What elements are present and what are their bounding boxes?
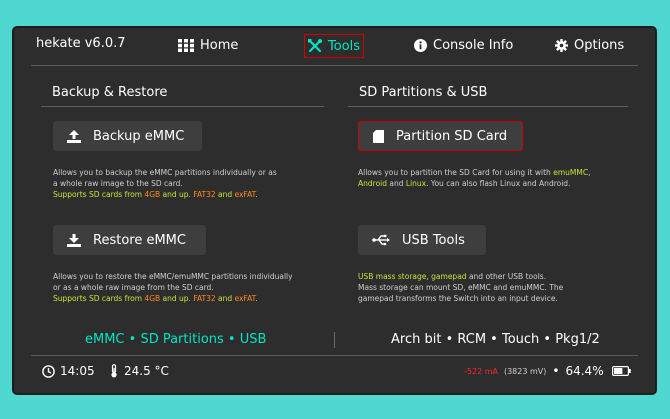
backup-description: Allows you to backup the eMMC partitions… xyxy=(53,167,277,200)
nav-home[interactable]: Home xyxy=(178,34,238,56)
footer-vertical-divider xyxy=(334,332,335,348)
android-text: Android xyxy=(358,179,387,188)
status-time: 14:05 xyxy=(42,364,95,378)
tools-icon xyxy=(308,39,322,53)
usb-mass-storage-text: USB mass storage xyxy=(358,272,427,281)
nav-home-label: Home xyxy=(200,37,239,53)
partition-description: Allows you to partition the SD Card for … xyxy=(358,167,590,189)
supports-prefix: Supports SD cards from xyxy=(53,294,145,303)
and-text: and xyxy=(215,294,235,303)
period: . xyxy=(255,294,258,303)
sd-partitions-usb-title: SD Partitions & USB xyxy=(359,85,488,100)
bottom-divider xyxy=(31,355,638,356)
fat32: FAT32 xyxy=(193,294,216,303)
sd-card-icon xyxy=(373,129,384,143)
battery-percent: 64.4% xyxy=(565,364,604,378)
nav-tools[interactable]: Tools xyxy=(304,34,365,58)
fat32: FAT32 xyxy=(193,190,216,199)
usb-desc-line-3: gamepad transforms the Switch into an in… xyxy=(358,294,558,303)
voltage-value: (3823 mV) xyxy=(503,366,547,376)
top-bar: hekate v6.0.7 Home Tools Console Info Op… xyxy=(14,28,655,64)
restore-emmc-label: Restore eMMC xyxy=(93,232,186,248)
partition-desc-line-2: Android and Linux. You can also flash Li… xyxy=(358,178,590,189)
right-footer-note: Arch bit • RCM • Touch • Pkg1/2 xyxy=(391,332,600,347)
size-4gb: 4GB xyxy=(144,294,161,303)
left-section-divider xyxy=(41,106,324,107)
partition-desc-line-1: Allows you to partition the SD Card for … xyxy=(358,167,590,178)
time-value: 14:05 xyxy=(60,364,95,378)
emummc-text: emuMMC xyxy=(553,168,589,177)
and-up: and up. xyxy=(160,294,194,303)
restore-emmc-button[interactable]: Restore eMMC xyxy=(53,225,206,255)
gear-icon xyxy=(555,38,568,52)
nav-tools-label: Tools xyxy=(328,38,361,54)
usb-tools-button[interactable]: USB Tools xyxy=(358,225,486,255)
top-divider xyxy=(31,65,638,66)
hekate-screen: hekate v6.0.7 Home Tools Console Info Op… xyxy=(14,28,655,393)
nav-options-label: Options xyxy=(574,37,625,53)
comma: , xyxy=(588,168,591,177)
battery-fill xyxy=(613,368,622,374)
backup-desc-line-1: Allows you to backup the eMMC partitions… xyxy=(53,168,277,177)
size-4gb: 4GB xyxy=(144,190,161,199)
upload-icon xyxy=(67,129,81,143)
nav-console-info[interactable]: Console Info xyxy=(414,34,513,56)
exfat: exFAT xyxy=(234,294,256,303)
app-title: hekate v6.0.7 xyxy=(36,36,126,51)
backup-emmc-button[interactable]: Backup eMMC xyxy=(53,121,202,151)
and-up: and up. xyxy=(160,190,194,199)
usb-tools-label: USB Tools xyxy=(402,232,465,248)
restore-desc-line-1: Allows you to restore the eMMC/emuMMC pa… xyxy=(53,272,293,281)
partition-desc-suffix: . You can also flash Linux and Android. xyxy=(426,179,571,188)
backup-desc-line-2: a whole raw image to the SD card. xyxy=(53,179,183,188)
right-section-divider xyxy=(348,106,628,107)
nav-options[interactable]: Options xyxy=(555,34,624,56)
status-temperature: 24.5 °C xyxy=(110,364,169,378)
thermometer-icon xyxy=(110,364,118,378)
backup-emmc-label: Backup eMMC xyxy=(93,128,185,144)
home-grid-icon xyxy=(178,38,194,52)
and-text: and xyxy=(215,190,235,199)
status-power: -522 mA (3823 mV) • 64.4% xyxy=(464,364,631,378)
usb-desc-line-2: Mass storage can mount SD, eMMC and emuM… xyxy=(358,283,564,292)
linux-text: Linux xyxy=(405,179,427,188)
restore-desc-line-2: or as a whole raw image from the SD card… xyxy=(53,283,214,292)
battery-icon xyxy=(611,366,631,376)
info-icon xyxy=(414,38,427,52)
supports-prefix: Supports SD cards from xyxy=(53,190,145,199)
exfat: exFAT xyxy=(234,190,256,199)
usb-icon xyxy=(372,234,390,246)
clock-icon xyxy=(42,364,55,378)
usb-description: USB mass storage, gamepad and other USB … xyxy=(358,271,563,304)
current-value: -522 mA xyxy=(464,366,498,376)
period: . xyxy=(255,190,258,199)
partition-sd-card-label: Partition SD Card xyxy=(396,128,508,144)
usb-desc-line-1: USB mass storage, gamepad and other USB … xyxy=(358,271,563,282)
and-text: and xyxy=(387,179,406,188)
temperature-value: 24.5 °C xyxy=(124,364,169,378)
left-footer-note: eMMC • SD Partitions • USB xyxy=(85,332,267,347)
partition-sd-card-button[interactable]: Partition SD Card xyxy=(358,121,523,151)
usb-desc-suffix: and other USB tools. xyxy=(466,272,547,281)
partition-desc-prefix: Allows you to partition the SD Card for … xyxy=(358,168,554,177)
restore-description: Allows you to restore the eMMC/emuMMC pa… xyxy=(53,271,293,304)
download-icon xyxy=(67,233,81,247)
nav-console-info-label: Console Info xyxy=(433,37,514,53)
backup-restore-title: Backup & Restore xyxy=(52,85,168,100)
restore-supports-line: Supports SD cards from 4GB and up. FAT32… xyxy=(53,293,293,304)
backup-supports-line: Supports SD cards from 4GB and up. FAT32… xyxy=(53,189,277,200)
gamepad-text: gamepad xyxy=(431,272,467,281)
